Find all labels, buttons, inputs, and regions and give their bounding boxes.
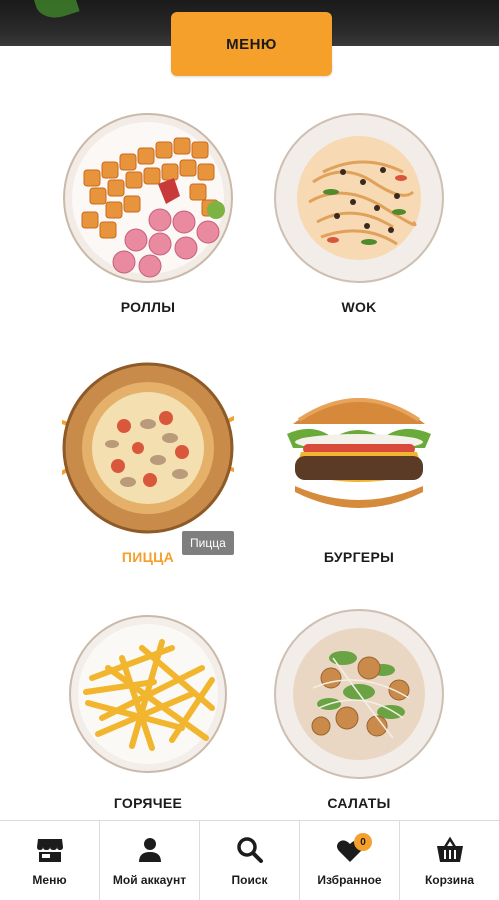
hot-image bbox=[62, 608, 234, 780]
storefront-icon bbox=[36, 838, 63, 862]
nav-menu[interactable]: Меню bbox=[0, 821, 100, 900]
category-label: САЛАТЫ bbox=[327, 795, 391, 811]
pizza-image bbox=[54, 362, 242, 534]
basket-icon bbox=[436, 836, 463, 862]
category-wok[interactable]: WOK bbox=[259, 112, 459, 315]
category-label: ПИЦЦА bbox=[121, 549, 175, 565]
favorites-count-badge: 0 bbox=[354, 833, 372, 851]
pizza-tooltip: Пицца bbox=[182, 531, 234, 555]
search-icon bbox=[236, 836, 263, 863]
category-hot[interactable]: ГОРЯЧЕЕ bbox=[48, 608, 248, 811]
category-rolls[interactable]: РОЛЛЫ bbox=[48, 112, 248, 315]
category-label: ГОРЯЧЕЕ bbox=[113, 795, 183, 811]
nav-label: Избранное bbox=[317, 872, 382, 887]
salads-image bbox=[273, 608, 445, 780]
category-label: БУРГЕРЫ bbox=[323, 549, 395, 565]
category-salads[interactable]: САЛАТЫ bbox=[259, 608, 459, 811]
nav-account[interactable]: Мой аккаунт bbox=[100, 821, 200, 900]
nav-label: Мой аккаунт bbox=[112, 872, 187, 887]
wok-image bbox=[273, 112, 445, 284]
category-label: РОЛЛЫ bbox=[120, 299, 176, 315]
nav-label: Меню bbox=[32, 872, 67, 887]
bottom-navigation: Меню Мой аккаунт Поиск 0 Избранное Корзи… bbox=[0, 820, 499, 900]
category-burgers[interactable]: БУРГЕРЫ bbox=[259, 362, 459, 565]
nav-favorites[interactable]: 0 Избранное bbox=[300, 821, 400, 900]
rolls-image bbox=[62, 112, 234, 284]
nav-label: Корзина bbox=[424, 872, 475, 887]
nav-label: Поиск bbox=[231, 872, 268, 887]
burgers-image bbox=[273, 362, 445, 534]
nav-cart[interactable]: Корзина bbox=[400, 821, 499, 900]
category-grid: РОЛЛЫ WOK ПИЦЦА БУРГЕРЫ ГОРЯЧЕЕ САЛАТЫ bbox=[0, 0, 499, 820]
category-pizza[interactable]: ПИЦЦА bbox=[48, 362, 248, 565]
user-icon bbox=[138, 837, 161, 862]
category-label: WOK bbox=[341, 299, 377, 315]
nav-search[interactable]: Поиск bbox=[200, 821, 300, 900]
